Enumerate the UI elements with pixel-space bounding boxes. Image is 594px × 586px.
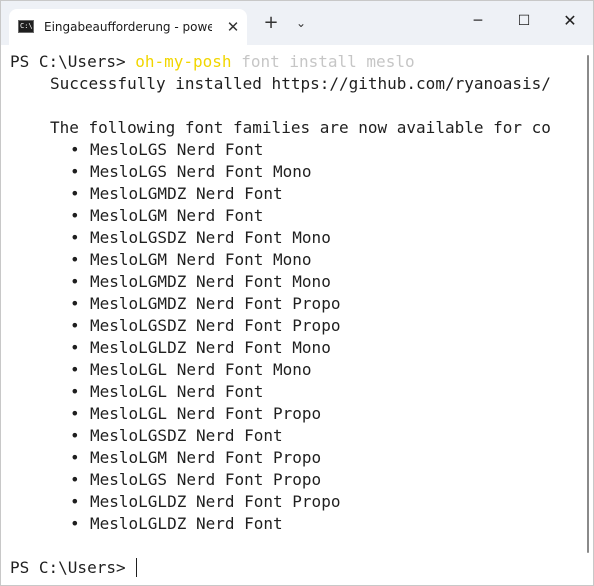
list-item: • MesloLGSDZ Nerd Font Mono — [70, 227, 331, 249]
chevron-down-icon[interactable]: ⌄ — [287, 9, 315, 37]
maximize-button[interactable]: ☐ — [501, 1, 547, 41]
font-family-name: MesloLGL Nerd Font Propo — [90, 404, 322, 423]
title-bar: C:\. Eingabeaufforderung - power ✕ + ⌄ ─… — [1, 1, 593, 45]
command-name: oh-my-posh — [135, 52, 232, 71]
bullet: • — [70, 184, 80, 203]
bullet: • — [70, 338, 80, 357]
font-family-name: MesloLGS Nerd Font — [90, 140, 264, 159]
font-family-name: MesloLGS Nerd Font Propo — [90, 470, 322, 489]
font-family-name: MesloLGSDZ Nerd Font Propo — [90, 316, 341, 335]
bullet: • — [70, 382, 80, 401]
font-family-name: MesloLGMDZ Nerd Font — [90, 184, 283, 203]
font-family-name: MesloLGM Nerd Font Propo — [90, 448, 322, 467]
bullet: • — [70, 206, 80, 225]
close-tab-icon[interactable]: ✕ — [221, 15, 245, 39]
font-family-name: MesloLGMDZ Nerd Font Propo — [90, 294, 341, 313]
command-line: PS C:\Users> oh-my-posh font install mes… — [10, 51, 415, 73]
list-item: • MesloLGS Nerd Font Mono — [70, 161, 312, 183]
bullet: • — [70, 426, 80, 445]
list-item: • MesloLGM Nerd Font Propo — [70, 447, 321, 469]
terminal-window: C:\. Eingabeaufforderung - power ✕ + ⌄ ─… — [0, 0, 594, 586]
font-family-name: MesloLGS Nerd Font Mono — [90, 162, 312, 181]
terminal-output[interactable]: PS C:\Users> oh-my-posh font install mes… — [1, 45, 593, 585]
list-item: • MesloLGS Nerd Font Propo — [70, 469, 321, 491]
font-family-name: MesloLGM Nerd Font Mono — [90, 250, 312, 269]
bullet: • — [70, 470, 80, 489]
bullet: • — [70, 294, 80, 313]
font-family-name: MesloLGL Nerd Font Mono — [90, 360, 312, 379]
final-prompt: PS C:\Users> — [10, 558, 136, 577]
list-item: • MesloLGLDZ Nerd Font — [70, 513, 283, 535]
command-prompt-icon: C:\. — [18, 20, 34, 33]
list-item: • MesloLGLDZ Nerd Font Mono — [70, 337, 331, 359]
font-family-name: MesloLGLDZ Nerd Font Propo — [90, 492, 341, 511]
success-message: Successfully installed https://github.co… — [50, 74, 551, 93]
minimize-button[interactable]: ─ — [455, 1, 501, 41]
new-tab-button[interactable]: + — [257, 9, 285, 37]
bullet: • — [70, 140, 80, 159]
bullet: • — [70, 360, 80, 379]
bullet: • — [70, 448, 80, 467]
bullet: • — [70, 404, 80, 423]
scrollbar[interactable] — [587, 55, 589, 553]
prompt: PS C:\Users> — [10, 52, 136, 71]
tab-command-prompt[interactable]: C:\. Eingabeaufforderung - power ✕ — [9, 9, 247, 45]
font-family-name: MesloLGL Nerd Font — [90, 382, 264, 401]
list-item: • MesloLGSDZ Nerd Font Propo — [70, 315, 340, 337]
bullet: • — [70, 162, 80, 181]
final-prompt-line[interactable]: PS C:\Users> — [10, 557, 138, 579]
list-item: • MesloLGL Nerd Font Propo — [70, 403, 321, 425]
font-family-name: MesloLGM Nerd Font — [90, 206, 264, 225]
bullet: • — [70, 228, 80, 247]
font-family-name: MesloLGSDZ Nerd Font — [90, 426, 283, 445]
families-heading: The following font families are now avai… — [50, 118, 551, 137]
font-family-name: MesloLGLDZ Nerd Font Mono — [90, 338, 331, 357]
font-family-name: MesloLGLDZ Nerd Font — [90, 514, 283, 533]
text-cursor — [136, 558, 138, 577]
bullet: • — [70, 316, 80, 335]
list-item: • MesloLGMDZ Nerd Font Propo — [70, 293, 340, 315]
bullet: • — [70, 250, 80, 269]
bullet: • — [70, 514, 80, 533]
list-item: • MesloLGM Nerd Font — [70, 205, 263, 227]
tab-title: Eingabeaufforderung - power — [44, 20, 212, 34]
list-item: • MesloLGM Nerd Font Mono — [70, 249, 312, 271]
close-window-button[interactable]: ✕ — [547, 1, 593, 41]
command-args: font install meslo — [231, 52, 415, 71]
font-family-name: MesloLGMDZ Nerd Font Mono — [90, 272, 331, 291]
bullet: • — [70, 272, 80, 291]
list-item: • MesloLGMDZ Nerd Font — [70, 183, 283, 205]
list-item: • MesloLGL Nerd Font Mono — [70, 359, 312, 381]
bullet: • — [70, 492, 80, 511]
font-family-name: MesloLGSDZ Nerd Font Mono — [90, 228, 331, 247]
list-item: • MesloLGL Nerd Font — [70, 381, 263, 403]
list-item: • MesloLGS Nerd Font — [70, 139, 263, 161]
list-item: • MesloLGSDZ Nerd Font — [70, 425, 283, 447]
list-item: • MesloLGMDZ Nerd Font Mono — [70, 271, 331, 293]
list-item: • MesloLGLDZ Nerd Font Propo — [70, 491, 340, 513]
